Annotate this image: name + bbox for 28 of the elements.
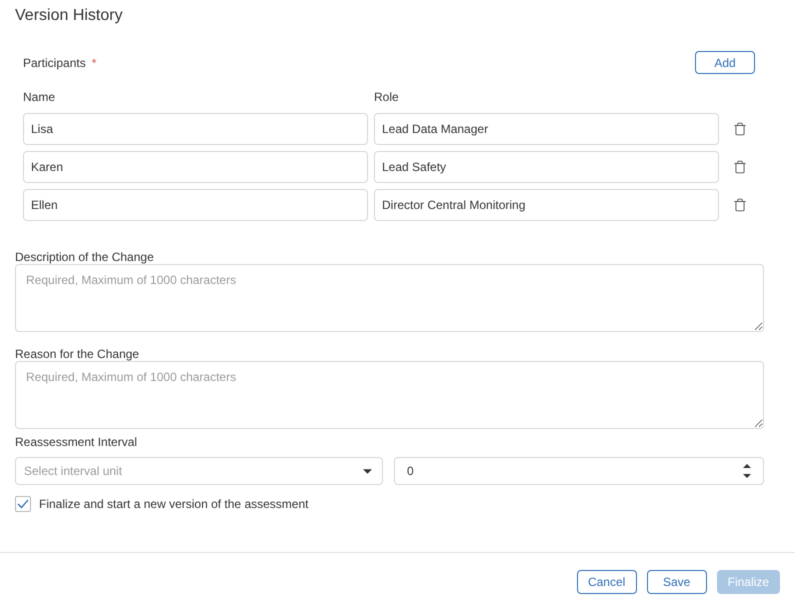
text-area[interactable]: Required, Maximum of 1000 characters bbox=[15, 361, 764, 429]
secondary-button[interactable]: Save bbox=[646, 570, 707, 594]
field-label: Description of the Change bbox=[15, 250, 154, 264]
role-input[interactable]: Lead Data Manager bbox=[374, 113, 719, 145]
column-header: Role bbox=[374, 89, 399, 105]
number-input[interactable]: 0 bbox=[394, 457, 764, 485]
add-button[interactable]: Add bbox=[695, 51, 755, 74]
role-input[interactable]: Lead Safety bbox=[374, 151, 719, 183]
caret-icon bbox=[363, 468, 372, 474]
dialog-title: Version History bbox=[15, 6, 123, 26]
text-area[interactable]: Required, Maximum of 1000 characters bbox=[15, 264, 764, 332]
checkbox[interactable] bbox=[15, 496, 31, 512]
name-input[interactable]: Ellen bbox=[23, 189, 368, 221]
checkbox-label: Finalize and start a new version of the assessment bbox=[39, 496, 308, 512]
column-header: Name bbox=[23, 89, 56, 105]
field-label: Reason for the Change bbox=[15, 347, 140, 361]
trash-icon[interactable] bbox=[733, 159, 747, 175]
role-input[interactable]: Director Central Monitoring bbox=[374, 189, 719, 221]
check-icon bbox=[17, 499, 29, 509]
required-mark: * bbox=[92, 54, 96, 70]
trash-icon[interactable] bbox=[733, 121, 747, 137]
secondary-button[interactable]: Cancel bbox=[576, 570, 637, 594]
name-input[interactable]: Karen bbox=[23, 151, 368, 183]
field-label: Reassessment Interval bbox=[15, 435, 138, 449]
participants-label: Participants bbox=[23, 54, 86, 70]
spinner-icon[interactable] bbox=[743, 464, 751, 478]
name-input[interactable]: Lisa bbox=[23, 113, 368, 145]
trash-icon[interactable] bbox=[733, 197, 747, 213]
